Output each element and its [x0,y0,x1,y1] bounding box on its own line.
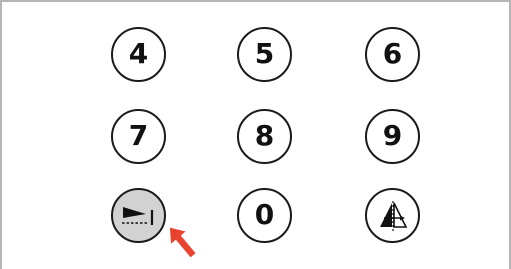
key-0[interactable]: 0 [237,188,292,243]
key-6[interactable]: 6 [365,27,420,82]
key-5-label: 5 [254,36,275,70]
tab-indent-icon [121,206,153,225]
tab-indent-key[interactable] [111,188,166,243]
key-7-label: 7 [128,118,149,152]
key-5[interactable]: 5 [237,27,292,82]
key-8-label: 8 [254,118,275,152]
red-arrow-pointer-icon [168,225,198,260]
key-4[interactable]: 4 [111,27,166,82]
key-8[interactable]: 8 [237,109,292,164]
key-0-label: 0 [254,197,275,231]
mirror-key[interactable] [365,188,420,243]
key-6-label: 6 [382,36,403,70]
keypad-panel: 4 5 6 7 8 9 0 [0,0,511,269]
key-9-label: 9 [382,118,403,152]
mirror-symmetry-icon [379,200,407,231]
key-9[interactable]: 9 [365,109,420,164]
key-7[interactable]: 7 [111,109,166,164]
key-4-label: 4 [128,36,149,70]
